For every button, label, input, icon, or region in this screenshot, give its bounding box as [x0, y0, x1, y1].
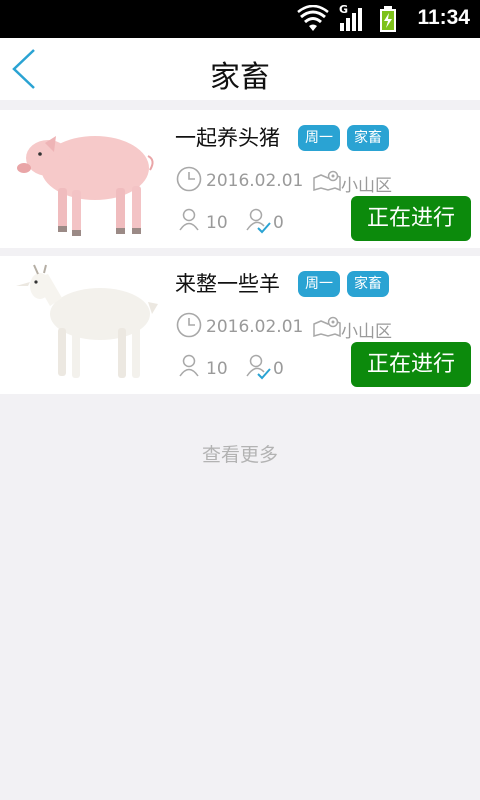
participants-icon	[179, 354, 199, 377]
confirmed-count: 0	[273, 359, 284, 379]
status-bar: G 11:34	[0, 0, 480, 38]
map-location-icon	[313, 170, 341, 192]
clock-time: 11:34	[417, 6, 470, 29]
participants-count: 10	[206, 213, 228, 233]
pig-image	[17, 136, 154, 236]
app-header: 家畜	[0, 38, 480, 100]
tag-weekday: 周一	[298, 125, 340, 151]
page-title: 家畜	[210, 60, 270, 95]
signal-icon	[340, 8, 362, 31]
activity-date: 2016.02.01	[206, 317, 304, 337]
goat-image	[16, 264, 158, 378]
activity-card[interactable]: 来整一些羊 周一 家畜 2016.02.01 小山区 10 0 正在进行	[0, 256, 480, 394]
tag-category: 家畜	[347, 125, 389, 151]
activity-card[interactable]: 一起养头猪 周一 家畜 2016.02.01 小山区 10 0 正在进行	[0, 110, 480, 248]
tag-weekday: 周一	[298, 271, 340, 297]
activity-location: 小山区	[341, 322, 392, 342]
load-more-link[interactable]: 查看更多	[0, 440, 480, 467]
participants-count: 10	[206, 359, 228, 379]
battery-charging-icon	[380, 6, 396, 32]
status-button[interactable]: 正在进行	[351, 342, 471, 387]
participants-icon	[179, 208, 199, 231]
confirmed-user-icon	[246, 208, 271, 234]
confirmed-count: 0	[273, 213, 284, 233]
activity-location: 小山区	[341, 176, 392, 196]
clock-icon	[176, 312, 202, 338]
tag-category: 家畜	[347, 271, 389, 297]
clock-icon	[176, 166, 202, 192]
map-location-icon	[313, 316, 341, 338]
status-button[interactable]: 正在进行	[351, 196, 471, 241]
confirmed-user-icon	[246, 354, 271, 380]
activity-title: 来整一些羊	[175, 272, 280, 296]
activity-date: 2016.02.01	[206, 171, 304, 191]
activity-title: 一起养头猪	[175, 126, 280, 150]
wifi-icon	[297, 5, 329, 31]
